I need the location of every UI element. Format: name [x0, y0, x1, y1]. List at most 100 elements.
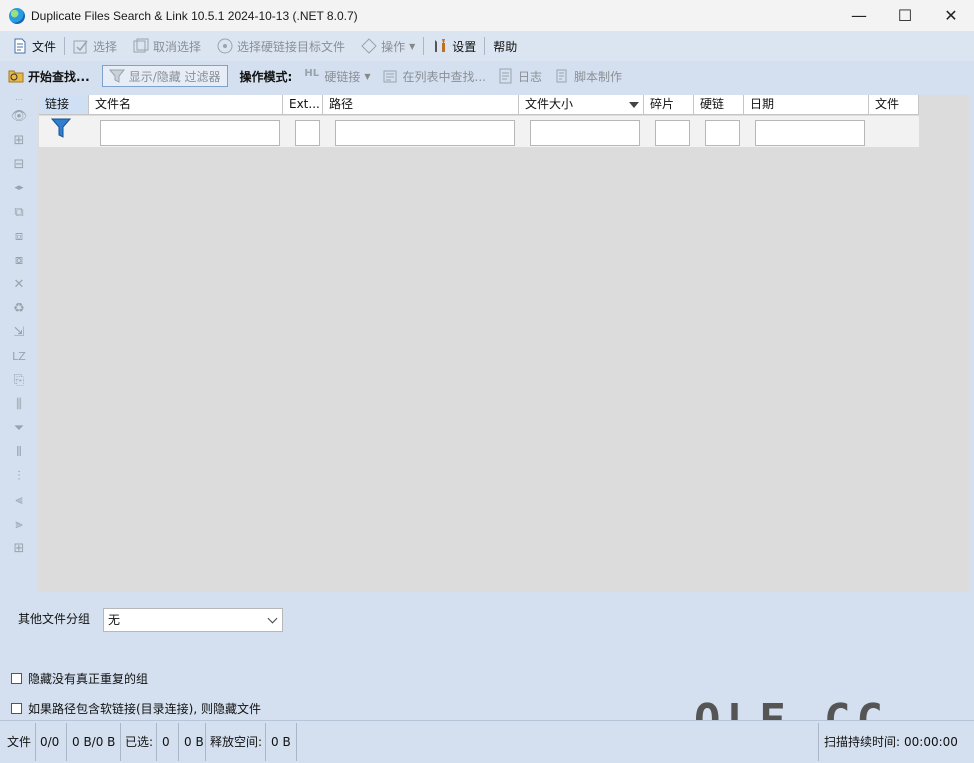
column-header-link[interactable]: 链接	[39, 95, 89, 115]
op-mode-label: 操作模式:	[240, 64, 293, 88]
group-split-icon[interactable]: ⧇	[8, 250, 30, 270]
menu-bar: 文件 选择 取消选择 选择硬链接目标文件 操作 ▼ 设置 帮助	[0, 31, 974, 61]
menu-select[interactable]: 选择	[73, 34, 117, 58]
status-selected-size: 0 B	[184, 735, 204, 749]
menu-help[interactable]: 帮助	[493, 34, 517, 58]
column-left-icon[interactable]: ⫴	[8, 442, 30, 462]
start-search-button[interactable]: 开始查找...	[8, 64, 90, 88]
chevron-down-icon: ▼	[364, 71, 371, 81]
log-button[interactable]: 日志	[498, 64, 542, 88]
ext-filter-input[interactable]	[295, 120, 320, 146]
hardlinks-filter-input[interactable]	[705, 120, 740, 146]
grid-header: 链接 文件名 Ext... 路径 文件大小 碎片 硬链 日期 文件	[39, 95, 919, 115]
status-selected-count: 0	[162, 735, 170, 749]
status-separator	[818, 723, 819, 761]
title-bar: Duplicate Files Search & Link 10.5.1 202…	[0, 0, 974, 31]
results-grid[interactable]: 链接 文件名 Ext... 路径 文件大小 碎片 硬链 日期 文件	[38, 95, 969, 592]
column-header-path[interactable]: 路径	[323, 95, 519, 115]
menu-select-hardlink-targets-label: 选择硬链接目标文件	[237, 39, 346, 54]
other-group-select[interactable]: 无	[103, 608, 283, 632]
hide-no-real-dup-checkbox[interactable]	[11, 673, 22, 684]
column-header-ext[interactable]: Ext...	[283, 95, 323, 115]
hide-symlink-paths-label: 如果路径包含软链接(目录连接), 则隐藏文件	[28, 702, 261, 716]
toggle-filter-button[interactable]: 显示/隐藏 过滤器	[101, 65, 228, 87]
menu-settings[interactable]: 设置	[432, 34, 476, 58]
hardlink-mode-label: 硬链接	[324, 69, 361, 84]
tools-icon	[435, 39, 446, 52]
menu-select-label: 选择	[93, 39, 118, 54]
status-separator	[66, 723, 67, 761]
funnel-icon	[51, 118, 71, 138]
menu-deselect[interactable]: 取消选择	[133, 34, 201, 58]
find-in-list-button[interactable]: 在列表中查找...	[383, 64, 486, 88]
fragments-filter-input[interactable]	[655, 120, 690, 146]
menu-separator	[64, 37, 66, 55]
column-top-icon[interactable]: ⫶	[8, 466, 30, 486]
path-filter-input[interactable]	[335, 120, 515, 146]
filesize-filter-input[interactable]	[530, 120, 640, 146]
hide-no-real-dup-label: 隐藏没有真正重复的组	[28, 672, 149, 686]
column-header-filename[interactable]: 文件名	[89, 95, 283, 115]
toggle-filter-label: 显示/隐藏 过滤器	[128, 69, 221, 84]
chevron-down-icon	[267, 613, 278, 624]
log-label: 日志	[517, 69, 542, 84]
column-header-date[interactable]: 日期	[744, 95, 869, 115]
minimize-button[interactable]: —	[836, 0, 882, 31]
script-icon	[556, 69, 567, 83]
hide-symlink-paths-option[interactable]: 如果路径包含软链接(目录连接), 则隐藏文件	[11, 700, 261, 717]
list-find-icon	[383, 70, 397, 83]
move-file-icon[interactable]: ⇲	[8, 322, 30, 342]
start-search-label: 开始查找...	[28, 69, 90, 84]
menu-help-label: 帮助	[493, 39, 518, 54]
folder-search-icon	[8, 70, 24, 83]
expand-all-icon[interactable]: ⊞	[8, 130, 30, 150]
status-separator	[156, 723, 157, 761]
filter-row	[39, 116, 919, 147]
close-button[interactable]: ✕	[928, 0, 974, 31]
grip-handle-icon[interactable]: ⋯	[8, 95, 30, 104]
app-globe-icon	[9, 7, 25, 24]
hardlink-mode-dropdown[interactable]: HL 硬链接 ▼	[304, 64, 370, 88]
filter-column-icon[interactable]: ⏷	[8, 418, 30, 438]
column-adjust-icon[interactable]: ⫼	[8, 394, 30, 414]
date-filter-input[interactable]	[755, 120, 865, 146]
group-unlink-icon[interactable]: ⧈	[8, 226, 30, 246]
menu-operations[interactable]: 操作 ▼	[361, 34, 415, 58]
hide-no-real-dup-option[interactable]: 隐藏没有真正重复的组	[11, 670, 148, 687]
maximize-button[interactable]: ☐	[882, 0, 928, 31]
status-files-label: 文件	[7, 735, 32, 749]
menu-separator	[423, 37, 425, 55]
status-separator	[296, 723, 297, 761]
find-in-list-label: 在列表中查找...	[402, 69, 486, 84]
column-fit-icon[interactable]: ⫸	[8, 514, 30, 534]
column-header-filesize-label: 文件大小	[525, 97, 574, 111]
menu-select-hardlink-targets[interactable]: 选择硬链接目标文件	[217, 34, 345, 58]
status-separator	[178, 723, 179, 761]
collapse-all-icon[interactable]: ⊟	[8, 154, 30, 174]
column-header-fragments[interactable]: 碎片	[644, 95, 694, 115]
delete-x-icon[interactable]: ✕	[8, 274, 30, 294]
column-bottom-icon[interactable]: ⫷	[8, 490, 30, 510]
status-scan-duration-label: 扫描持续时间:	[824, 735, 901, 749]
link-arrows-icon[interactable]: ◂▸	[8, 178, 30, 198]
column-header-filesize[interactable]: 文件大小	[519, 95, 644, 115]
menu-file[interactable]: 文件	[12, 34, 56, 58]
funnel-icon	[108, 69, 125, 83]
filename-filter-input[interactable]	[100, 120, 280, 146]
grid-arrange-icon[interactable]: ⊞	[8, 538, 30, 558]
column-header-file[interactable]: 文件	[869, 95, 919, 115]
copy-dropdown-icon[interactable]: ⎘	[8, 370, 30, 390]
log-document-icon	[499, 68, 512, 84]
script-button[interactable]: 脚本制作	[554, 64, 622, 88]
other-group-value: 无	[108, 613, 121, 627]
recycle-bin-icon[interactable]: ♻	[8, 298, 30, 318]
eye-icon[interactable]: 👁	[8, 106, 30, 126]
menu-settings-label: 设置	[452, 39, 477, 54]
menu-file-label: 文件	[32, 39, 57, 54]
hide-symlink-paths-checkbox[interactable]	[11, 703, 22, 714]
column-header-hardlinks[interactable]: 硬链	[694, 95, 744, 115]
status-size: 0 B/0 B	[72, 735, 116, 749]
status-separator	[35, 723, 36, 761]
lz-icon[interactable]: LZ	[8, 346, 30, 366]
group-link-icon[interactable]: ⧉	[8, 202, 30, 222]
